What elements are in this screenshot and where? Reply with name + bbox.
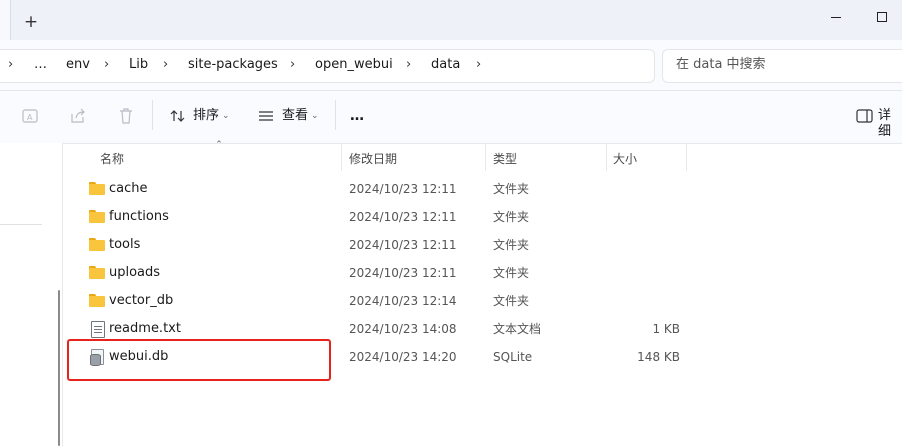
- more-options-button[interactable]: …: [350, 108, 365, 124]
- highlight-box: [67, 339, 331, 381]
- file-name[interactable]: uploads: [109, 265, 160, 281]
- file-type: 文件夹: [493, 210, 530, 224]
- rename-icon[interactable]: A: [20, 106, 40, 126]
- chevron-down-icon[interactable]: ⌄: [311, 108, 319, 124]
- file-name[interactable]: tools: [109, 237, 140, 253]
- breadcrumb-item-site-packages[interactable]: site-packages: [188, 56, 278, 74]
- file-type: 文件夹: [493, 294, 530, 308]
- folder-icon: [89, 238, 105, 251]
- sort-button[interactable]: 排序: [193, 108, 219, 124]
- file-size: 148 KB: [637, 350, 680, 364]
- maximize-button[interactable]: [872, 8, 892, 28]
- svg-text:A: A: [27, 113, 33, 122]
- breadcrumb-separator[interactable]: ›: [406, 56, 411, 74]
- breadcrumb-separator[interactable]: ›: [104, 56, 109, 74]
- file-type: 文件夹: [493, 266, 530, 280]
- file-size: [612, 209, 680, 225]
- column-divider[interactable]: [341, 143, 342, 171]
- folder-icon: [89, 266, 105, 279]
- file-modified: 2024/10/23 12:11: [349, 210, 457, 224]
- file-size: [612, 237, 680, 253]
- column-header-size[interactable]: 大小: [613, 150, 637, 168]
- file-modified: 2024/10/23 12:11: [349, 238, 457, 252]
- breadcrumb-separator[interactable]: ›: [476, 56, 481, 74]
- column-divider[interactable]: [606, 143, 607, 171]
- column-header-modified[interactable]: 修改日期: [349, 150, 397, 168]
- breadcrumb-separator[interactable]: ›: [8, 56, 13, 74]
- folder-icon: [89, 210, 105, 223]
- file-name[interactable]: vector_db: [109, 293, 173, 309]
- column-header-type[interactable]: 类型: [493, 150, 517, 168]
- details-button[interactable]: 详细: [878, 108, 902, 139]
- breadcrumb-item-lib[interactable]: Lib: [129, 56, 148, 74]
- file-modified: 2024/10/23 12:11: [349, 266, 457, 280]
- share-icon[interactable]: [68, 106, 88, 126]
- breadcrumb-item-env[interactable]: env: [66, 56, 90, 74]
- breadcrumb-separator[interactable]: ›: [290, 56, 295, 74]
- file-type: 文件夹: [493, 182, 530, 196]
- column-header-name[interactable]: 名称: [100, 150, 124, 168]
- file-modified: 2024/10/23 12:11: [349, 182, 457, 196]
- navigation-pane[interactable]: [0, 143, 63, 446]
- details-pane-icon[interactable]: [855, 106, 875, 126]
- file-name[interactable]: readme.txt: [109, 321, 181, 337]
- folder-icon: [89, 294, 105, 307]
- search-input[interactable]: 在 data 中搜索: [676, 57, 876, 73]
- column-divider[interactable]: [686, 143, 687, 171]
- nav-scrollbar[interactable]: [58, 290, 60, 446]
- file-size: [612, 181, 680, 197]
- file-size: [612, 293, 680, 309]
- sort-ascending-icon: ⌃: [215, 140, 223, 150]
- delete-icon[interactable]: [116, 106, 136, 126]
- new-tab-button[interactable]: +: [22, 13, 40, 31]
- toolbar-divider: [335, 100, 336, 130]
- text-file-icon: [91, 321, 105, 338]
- title-bar: [0, 0, 902, 40]
- minimize-button[interactable]: [826, 8, 846, 28]
- breadcrumb-item-open-webui[interactable]: open_webui: [315, 56, 393, 74]
- file-type: 文本文档: [493, 322, 542, 336]
- view-icon[interactable]: [256, 106, 276, 126]
- file-size: [612, 265, 680, 281]
- nav-divider: [0, 224, 42, 225]
- column-divider[interactable]: [485, 143, 486, 171]
- file-modified: 2024/10/23 12:14: [349, 294, 457, 308]
- file-type: 文件夹: [493, 238, 530, 252]
- file-modified: 2024/10/23 14:20: [349, 350, 457, 364]
- view-button[interactable]: 查看: [282, 108, 308, 124]
- breadcrumb-overflow[interactable]: …: [34, 56, 47, 74]
- file-name[interactable]: cache: [109, 181, 148, 197]
- folder-icon: [89, 182, 105, 195]
- file-modified: 2024/10/23 14:08: [349, 322, 457, 336]
- current-tab[interactable]: [0, 0, 11, 40]
- sort-icon[interactable]: [168, 106, 188, 126]
- chevron-down-icon[interactable]: ⌄: [222, 108, 230, 124]
- breadcrumb-item-data[interactable]: data: [431, 56, 460, 74]
- breadcrumb-separator[interactable]: ›: [163, 56, 168, 74]
- file-size: 1 KB: [652, 322, 680, 336]
- file-name[interactable]: functions: [109, 209, 169, 225]
- file-type: SQLite: [493, 350, 533, 364]
- toolbar-divider: [152, 100, 153, 130]
